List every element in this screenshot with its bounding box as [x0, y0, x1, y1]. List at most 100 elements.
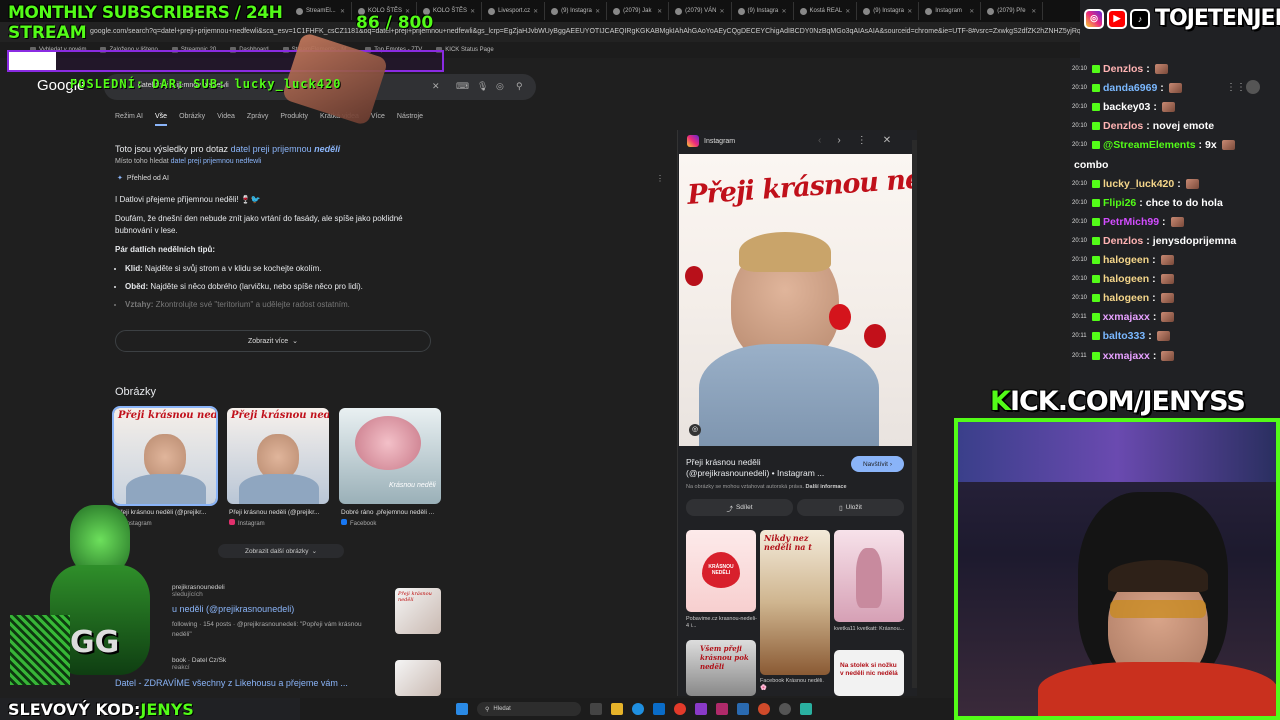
search-tab[interactable]: Videa — [217, 113, 235, 126]
corrected-query-link[interactable]: datel preji prijemnou neděli — [231, 144, 341, 154]
browser-tab[interactable]: Livesport.cz ✕ — [482, 2, 546, 20]
close-tab-icon[interactable]: ✕ — [720, 8, 725, 15]
browser-tab[interactable]: (2079) Jak ✕ — [607, 2, 670, 20]
more-images-button[interactable]: Zobrazit další obrázky ⌄ — [218, 544, 344, 558]
related-image[interactable]: KRÁSNOU NEDĚLI — [686, 530, 756, 612]
grid-icon[interactable]: ⋮⋮ — [1226, 82, 1246, 93]
show-more-button[interactable]: Zobrazit více ⌄ — [115, 330, 431, 352]
microphone-icon[interactable]: 🎙 — [477, 81, 488, 92]
close-tab-icon[interactable]: ✕ — [969, 8, 974, 15]
clear-icon[interactable]: ✕ — [432, 81, 440, 92]
related-image[interactable]: Všem přeji krásnou pok neděli — [686, 640, 756, 696]
strawberry — [685, 266, 703, 286]
related-image[interactable]: Na stolek si nožku v neděli nic nedělá — [834, 650, 904, 696]
file-explorer-icon[interactable] — [611, 703, 623, 715]
app-icon[interactable] — [800, 703, 812, 715]
search-tab[interactable]: Nástroje — [397, 113, 423, 126]
address-bar[interactable]: google.com/search?q=datel+preji+prijemno… — [0, 22, 1080, 42]
search-tab[interactable]: Vše — [155, 113, 168, 126]
browser-tab[interactable]: Kostá REAL ✕ — [794, 2, 858, 20]
result-thumbnail[interactable] — [395, 660, 441, 696]
chrome-icon[interactable] — [674, 703, 686, 715]
search-tab[interactable]: Režim AI — [115, 113, 143, 126]
app-icon[interactable] — [737, 703, 749, 715]
search-tab[interactable]: Více — [371, 113, 385, 126]
next-icon[interactable]: › — [837, 135, 840, 146]
more-options-icon[interactable]: ⋮ — [857, 135, 867, 146]
chat-username[interactable]: xxmajaxx — [1103, 350, 1150, 362]
taskbar-search[interactable]: ⚲ Hledat — [477, 702, 581, 716]
save-button[interactable]: ▯ Uložit — [797, 499, 904, 516]
share-button[interactable]: ⤴ Sdílet — [686, 499, 793, 516]
image-thumbnail[interactable]: Přeji krásnou neděli — [112, 406, 218, 506]
search-tab[interactable]: Zprávy — [247, 113, 268, 126]
chat-username[interactable]: halogeen — [1103, 292, 1149, 304]
chat-username[interactable]: Flipi26 — [1103, 197, 1136, 209]
browser-tab[interactable]: (9) Instagra ✕ — [732, 2, 794, 20]
previous-icon[interactable]: ‹ — [818, 135, 821, 146]
close-icon[interactable]: ✕ — [883, 135, 891, 146]
browser-tab[interactable]: StreamEl... ✕ — [290, 2, 352, 20]
close-tab-icon[interactable]: ✕ — [340, 8, 345, 15]
related-image[interactable]: Nikdy nez neděli na t — [760, 530, 830, 675]
browser-tab[interactable]: (2079) VÁN ✕ — [669, 2, 732, 20]
edge-icon[interactable] — [632, 703, 644, 715]
preview-image[interactable]: Přeji krásnou neděli ◎ — [679, 154, 912, 446]
chat-username[interactable]: halogeen — [1103, 254, 1149, 266]
store-icon[interactable] — [653, 703, 665, 715]
app-icon[interactable] — [695, 703, 707, 715]
close-tab-icon[interactable]: ✕ — [845, 8, 850, 15]
bookmark-item[interactable]: KICK Status Page — [436, 47, 494, 53]
result-title-link[interactable]: u neděli (@prejikrasnounedeli) — [172, 604, 294, 614]
image-caption[interactable]: Dobré ráno ,přejemnou neděli ... — [341, 509, 445, 516]
chat-username[interactable]: backey03 — [1103, 101, 1150, 113]
chat-username[interactable]: @StreamElements — [1103, 139, 1196, 151]
chat-username[interactable]: Denzlos — [1103, 235, 1143, 247]
chat-message: 20:10 halogeen: — [1072, 292, 1174, 304]
search-tab[interactable]: Obrázky — [179, 113, 205, 126]
windows-start-icon[interactable] — [456, 703, 468, 715]
close-tab-icon[interactable]: ✕ — [782, 8, 787, 15]
browser-icon[interactable] — [758, 703, 770, 715]
close-tab-icon[interactable]: ✕ — [1031, 8, 1036, 15]
related-image[interactable] — [834, 530, 904, 622]
close-tab-icon[interactable]: ✕ — [657, 8, 662, 15]
keyboard-icon[interactable]: ⌨ — [456, 81, 469, 92]
panel-scrollbar[interactable] — [912, 140, 917, 688]
chat-username[interactable]: halogeen — [1103, 273, 1149, 285]
chat-username[interactable]: balto333 — [1103, 330, 1146, 342]
browser-tab[interactable]: Instagram ✕ — [919, 2, 982, 20]
image-thumbnail[interactable]: Krásnou neděli — [339, 408, 441, 504]
lens-icon[interactable]: ◎ — [689, 424, 701, 436]
obs-icon[interactable] — [779, 703, 791, 715]
image-thumbnail[interactable]: Přeji krásnou neděli — [227, 408, 329, 504]
chat-timestamp: 20:10 — [1072, 123, 1088, 130]
close-tab-icon[interactable]: ✕ — [470, 8, 475, 15]
search-tab[interactable]: Produkty — [280, 113, 308, 126]
preview-title-link[interactable]: Přeji krásnou neděli (@prejikrasnounedel… — [686, 457, 846, 479]
chat-username[interactable]: danda6969 — [1103, 82, 1157, 94]
preview-source[interactable]: Instagram — [687, 135, 735, 147]
chat-username[interactable]: Denzlos — [1103, 63, 1143, 75]
original-query-link[interactable]: datel preji prijemnou nedfewli — [171, 158, 262, 165]
close-tab-icon[interactable]: ✕ — [533, 8, 538, 15]
close-tab-icon[interactable]: ✕ — [595, 8, 600, 15]
image-caption[interactable]: Přeji krásnou neděli (@prejikr... — [229, 509, 333, 516]
chat-username[interactable]: xxmajaxx — [1103, 311, 1150, 323]
browser-tab[interactable]: (9) Instagra ✕ — [545, 2, 608, 20]
browser-tab[interactable]: (9) Instagra ✕ — [857, 2, 920, 20]
more-info-link[interactable]: Další informace — [806, 484, 847, 490]
browser-tab[interactable]: (2079) Pře ✕ — [981, 2, 1044, 20]
app-icon[interactable] — [716, 703, 728, 715]
task-view-icon[interactable] — [590, 703, 602, 715]
result-thumbnail[interactable]: Přeji krásnou neděli — [395, 588, 441, 634]
chat-username[interactable]: lucky_luck420 — [1103, 178, 1174, 190]
visit-button[interactable]: Navštívit › — [851, 456, 904, 472]
search-icon[interactable]: ⚲ — [516, 81, 523, 92]
more-options-icon[interactable]: ⋮ — [656, 174, 664, 183]
close-tab-icon[interactable]: ✕ — [907, 8, 912, 15]
chat-username[interactable]: PetrMich99 — [1103, 216, 1159, 228]
avatar[interactable] — [1246, 80, 1260, 94]
lens-icon[interactable]: ◎ — [496, 81, 504, 92]
chat-username[interactable]: Denzlos — [1103, 120, 1143, 132]
